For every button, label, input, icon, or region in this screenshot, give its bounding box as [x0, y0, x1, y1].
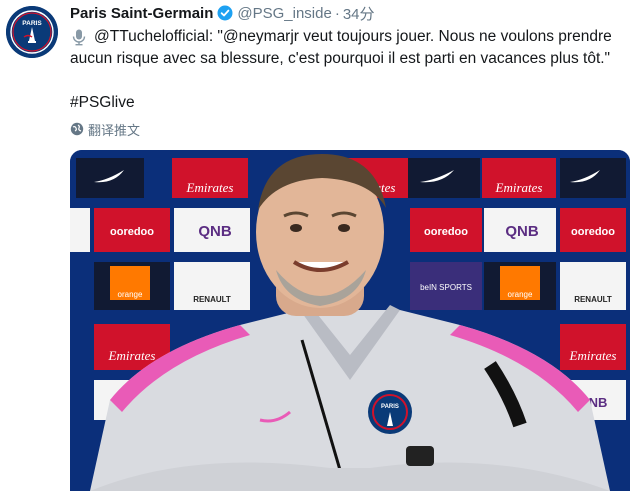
sponsor-emirates-3: Emirates: [495, 180, 543, 195]
sponsor-emirates-1: Emirates: [186, 180, 234, 195]
avatar[interactable]: PARIS: [6, 6, 58, 58]
sponsor-renault-1: RENAULT: [193, 295, 231, 304]
display-name[interactable]: Paris Saint-Germain: [70, 5, 213, 22]
tweet-text: @TTuchelofficial : "@neymarjr veut toujo…: [70, 26, 630, 114]
tweet-line-2: aucun risque avec sa blessure, c'est pou…: [70, 50, 611, 67]
sponsor-bein-1: beIN SPORTS: [420, 283, 472, 292]
timestamp[interactable]: 34分: [343, 3, 375, 24]
sponsor-emirates-5: Emirates: [569, 348, 617, 363]
microphone-icon: [70, 28, 88, 46]
sponsor-orange-1: orange: [118, 290, 143, 299]
hashtag-link[interactable]: #PSGlive: [70, 92, 630, 114]
verified-badge-icon: [217, 5, 233, 21]
tweet-line-1: @TTuchelofficial : "@neymarjr veut toujo…: [70, 26, 630, 48]
avatar-label: PARIS: [22, 20, 42, 27]
separator-dot: ·: [334, 4, 340, 22]
tweet-photo[interactable]: Emirates Emirates Emirates ooredoo QNB o…: [70, 150, 630, 491]
translate-label: 翻译推文: [88, 122, 141, 138]
sponsor-ooredoo-2: ooredoo: [424, 226, 468, 238]
sponsor-ooredoo-3: ooredoo: [571, 226, 615, 238]
globe-icon: [70, 122, 84, 136]
press-conference-photo: Emirates Emirates Emirates ooredoo QNB o…: [70, 150, 630, 491]
tweet-header: Paris Saint-Germain @PSG_inside · 34分: [70, 3, 375, 23]
sponsor-qnb-1: QNB: [198, 223, 232, 240]
sponsor-orange-2: orange: [508, 290, 533, 299]
psg-crest-icon: PARIS: [6, 6, 58, 58]
sponsor-renault-2: RENAULT: [574, 295, 612, 304]
tweet-quote-start: : "@neymarjr veut toujours jouer. Nous n…: [208, 28, 612, 45]
sponsor-emirates-4: Emirates: [108, 348, 156, 363]
handle[interactable]: @PSG_inside: [237, 5, 331, 22]
jacket-crest-label: PARIS: [381, 404, 399, 410]
sponsor-qnb-2: QNB: [505, 223, 539, 240]
translate-tweet-button[interactable]: 翻译推文: [70, 120, 140, 138]
mention-link[interactable]: @TTuchelofficial: [94, 26, 209, 48]
sponsor-ooredoo-1: ooredoo: [110, 226, 154, 238]
